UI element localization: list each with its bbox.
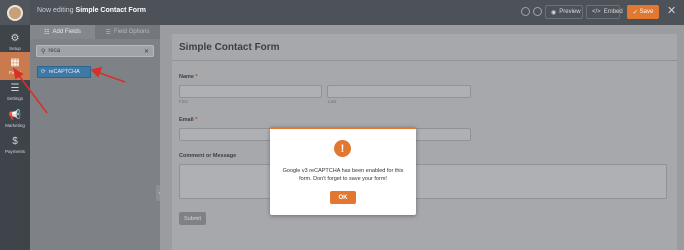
- required-mark: *: [195, 74, 198, 80]
- search-icon: ⚲: [41, 48, 46, 55]
- preview-button[interactable]: ◉ Preview: [545, 5, 583, 19]
- bear-icon: [7, 4, 23, 21]
- search-value: reca: [48, 48, 61, 54]
- dollar-icon: $: [12, 135, 18, 147]
- last-name-field[interactable]: [327, 85, 471, 98]
- nav-label: Payments: [4, 148, 25, 154]
- top-bar: Now editing Simple Contact Form ◉ Previe…: [0, 0, 684, 25]
- embed-button[interactable]: </> Embed: [586, 5, 623, 19]
- wpforms-logo[interactable]: [0, 0, 30, 25]
- left-nav: ⚙ Setup ▦ Fields ☰ Settings 📢 Marketing …: [0, 25, 30, 250]
- recaptcha-field-button[interactable]: ⟳ reCAPTCHA: [37, 66, 91, 78]
- clear-icon[interactable]: ✕: [144, 48, 149, 55]
- fields-icon: ▦: [10, 56, 20, 68]
- editing-title: Now editing Simple Contact Form: [37, 7, 146, 14]
- name-label: Name *: [179, 74, 198, 80]
- sliders-icon: ☰: [10, 82, 20, 94]
- help-icon[interactable]: [521, 7, 530, 16]
- sliders-icon: ☰: [105, 29, 112, 36]
- list-icon: ☷: [44, 29, 50, 36]
- save-button[interactable]: ✓ Save: [627, 5, 659, 19]
- tab-add-fields[interactable]: ☷ Add Fields: [30, 25, 95, 39]
- check-icon: ✓: [632, 9, 638, 16]
- fields-panel: ☷ Add Fields ☰ Field Options ⚲ reca ✕ ⟳ …: [30, 25, 160, 250]
- nav-label: Fields: [8, 69, 21, 75]
- required-mark: *: [195, 117, 198, 123]
- tab-field-options[interactable]: ☰ Field Options: [95, 25, 160, 39]
- nav-label: Marketing: [5, 122, 25, 128]
- preview-label: Preview: [559, 9, 581, 15]
- comment-field[interactable]: [179, 164, 667, 199]
- form-title: Simple Contact Form: [179, 42, 280, 53]
- nav-label: Setup: [9, 45, 21, 51]
- nav-item-settings[interactable]: ☰ Settings: [0, 78, 30, 106]
- recaptcha-icon: ⟳: [41, 69, 46, 75]
- ok-button[interactable]: OK: [330, 191, 356, 204]
- panel-tabs: ☷ Add Fields ☰ Field Options: [30, 25, 160, 39]
- name-label-text: Name: [179, 74, 194, 80]
- email-label-text: Email: [179, 117, 194, 123]
- embed-label: Embed: [603, 9, 623, 15]
- form-name: Simple Contact Form: [75, 7, 146, 14]
- form-preview-card: [172, 34, 677, 250]
- nav-item-fields[interactable]: ▦ Fields: [0, 52, 30, 80]
- dialog-message: Google v3 reCAPTCHA has been enabled for…: [282, 168, 404, 182]
- nav-item-payments[interactable]: $ Payments: [0, 131, 30, 159]
- eye-icon: ◉: [551, 9, 557, 16]
- history-icon[interactable]: [533, 7, 542, 16]
- code-icon: </>: [592, 9, 601, 15]
- gear-icon: ⚙: [10, 32, 20, 44]
- tab-label: Add Fields: [52, 29, 81, 35]
- submit-button[interactable]: Submit: [179, 212, 206, 225]
- field-label: reCAPTCHA: [48, 69, 80, 75]
- exclamation-icon: !: [334, 140, 351, 157]
- email-label: Email *: [179, 117, 197, 123]
- field-search-input[interactable]: ⚲ reca ✕: [36, 45, 154, 57]
- save-label: Save: [639, 9, 654, 15]
- recaptcha-enabled-dialog: ! Google v3 reCAPTCHA has been enabled f…: [270, 127, 416, 215]
- tab-label: Field Options: [114, 29, 150, 35]
- title-prefix: Now editing: [37, 7, 74, 14]
- close-icon[interactable]: ✕: [667, 4, 676, 17]
- nav-label: Settings: [6, 95, 24, 101]
- megaphone-icon: 📢: [8, 109, 22, 121]
- comment-label: Comment or Message: [179, 153, 237, 159]
- last-sublabel: Last: [328, 99, 337, 104]
- nav-item-marketing[interactable]: 📢 Marketing: [0, 105, 30, 133]
- first-name-field[interactable]: [179, 85, 322, 98]
- first-sublabel: First: [179, 99, 188, 104]
- divider: [172, 60, 677, 61]
